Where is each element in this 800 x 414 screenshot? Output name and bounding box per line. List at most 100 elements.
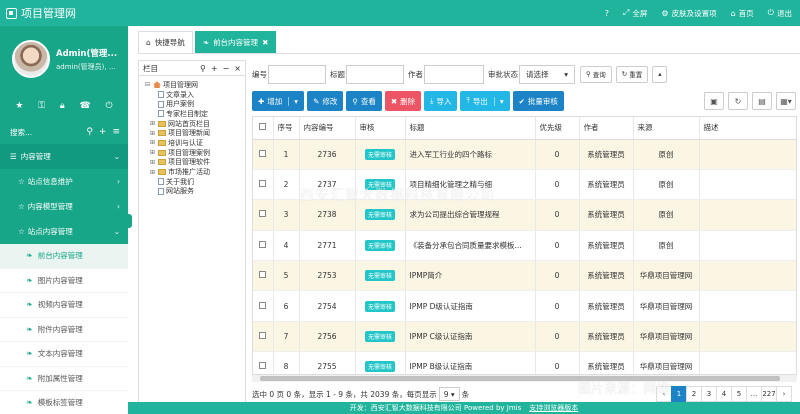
menu-site-content[interactable]: ☆ 站点内容管理 ⌄ (0, 219, 128, 244)
tree-node[interactable]: ⊞ 培训与认证 (145, 138, 245, 148)
row-checkbox[interactable] (259, 362, 267, 370)
search-icon[interactable]: ⚲ (86, 127, 93, 137)
table-row[interactable]: 6 2754 无需审核 IPMP D级认证指南 0 系统管理员 华鼎项目管理网 (253, 290, 796, 322)
star-icon[interactable]: ★ (15, 101, 23, 111)
row-title[interactable]: 项目精细化管理之精与细 (405, 169, 536, 201)
logout-button[interactable]: ⏻ 退出 (768, 8, 792, 19)
row-select-cell[interactable] (253, 321, 274, 353)
page-link[interactable]: › (776, 386, 792, 402)
row-title[interactable]: IPMP简介 (405, 260, 536, 292)
phone-icon[interactable]: ☎ (79, 101, 90, 111)
import-button[interactable]: ⤓ 导入 (424, 91, 458, 111)
select-all-header[interactable] (253, 117, 274, 140)
page-link[interactable]: ... (746, 386, 762, 402)
column-header[interactable]: 标题 (405, 117, 536, 140)
submenu-item-images[interactable]: ❧ 图片内容管理 (0, 269, 128, 293)
column-header[interactable]: 序号 (273, 117, 300, 140)
row-title[interactable]: IPMP D级认证指南 (405, 290, 536, 322)
expand-toggle-icon[interactable]: ⊞ (150, 149, 158, 156)
app-logo[interactable]: 项目管理网 (0, 5, 76, 21)
view-button[interactable]: ⚲ 查看 (346, 91, 382, 111)
author-input[interactable] (424, 64, 484, 84)
footer-browser-link[interactable]: 支持浏览器版本 (529, 403, 578, 413)
expand-toggle-icon[interactable]: ⊞ (150, 169, 158, 176)
row-select-cell[interactable] (253, 169, 274, 201)
table-row[interactable]: 7 2756 无需审核 IPMP C级认证指南 0 系统管理员 华鼎项目管理网 (253, 321, 796, 353)
columns-button[interactable]: ▦▾ (776, 92, 796, 110)
refresh-icon[interactable]: ⚲ (200, 64, 206, 73)
lock-icon[interactable]: 🔒︎ (60, 101, 65, 111)
plus-icon[interactable]: + (99, 127, 107, 137)
skin-settings-button[interactable]: ⚙ 皮肤及设置项 (661, 8, 716, 19)
row-select-cell[interactable] (253, 290, 274, 322)
expand-toggle-icon[interactable]: ⊞ (150, 120, 158, 127)
tree-node[interactable]: 专家栏目制定 (145, 109, 245, 119)
query-button[interactable]: ⚲ 查询 (580, 65, 612, 83)
expand-icon[interactable]: + (211, 64, 218, 73)
row-select-cell[interactable] (253, 199, 274, 231)
refresh-button[interactable]: ↻ (728, 92, 748, 110)
batch-approve-button[interactable]: ✔ 批量审核 (512, 91, 564, 111)
column-header[interactable]: 内容编号 (299, 117, 356, 140)
tree-node[interactable]: ⊞ 项目管理新闻 (145, 128, 245, 138)
tree-node[interactable]: 文章录入 (145, 90, 245, 100)
table-row[interactable]: 3 2738 无需审核 求为公司提出综合管理规程 0 系统管理员 原创 (253, 199, 796, 231)
expand-toggle-icon[interactable]: ⊞ (150, 130, 158, 137)
horizontal-scrollbar[interactable] (252, 374, 797, 382)
column-header[interactable]: 来源 (633, 117, 700, 140)
row-select-cell[interactable] (253, 139, 274, 170)
id-input[interactable] (268, 64, 326, 84)
column-header[interactable]: 描述 (699, 117, 796, 140)
expand-toggle-icon[interactable]: ⊞ (150, 139, 158, 146)
menu-content-management[interactable]: ☰ 内容管理 ⌄ (0, 144, 128, 169)
row-checkbox[interactable] (259, 180, 267, 188)
chevron-down-icon[interactable]: ▾ (288, 96, 298, 106)
power-icon[interactable]: ⏻ (105, 101, 112, 111)
row-checkbox[interactable] (259, 271, 267, 279)
submenu-item-attributes[interactable]: ❧ 附加属性管理 (0, 367, 128, 391)
row-checkbox[interactable] (259, 240, 267, 248)
row-select-cell[interactable] (253, 260, 274, 292)
page-link[interactable]: ‹ (656, 386, 672, 402)
collapse-icon[interactable]: − (223, 64, 230, 73)
tab-quick-nav[interactable]: ⌂ 快捷导航 (138, 31, 193, 53)
avatar[interactable] (12, 40, 50, 78)
home-button[interactable]: ⌂ 首页 (731, 8, 754, 19)
title-input[interactable] (346, 64, 404, 84)
add-button[interactable]: ✚ 增加 ▾ (252, 91, 305, 111)
row-title[interactable]: 进入军工行业的四个路标 (405, 139, 536, 170)
page-link[interactable]: 227 (761, 386, 777, 402)
page-link[interactable]: 1 (671, 386, 687, 402)
tree-node[interactable]: ⊞ 项目管理案例 (145, 148, 245, 158)
table-row[interactable]: 4 2771 无需审核 《装备分承包合同质量要求模板... 0 系统管理员 原创 (253, 230, 796, 262)
fullscreen-button[interactable]: ⤢ 全屏 (623, 8, 647, 19)
sidebar-collapse-handle[interactable] (127, 214, 132, 228)
row-checkbox[interactable] (259, 332, 267, 340)
row-checkbox[interactable] (259, 149, 267, 157)
edit-button[interactable]: ✎ 修改 (307, 91, 344, 111)
tree-node[interactable]: ⊞ 项目管理软件 (145, 158, 245, 168)
close-icon[interactable]: ✖ (262, 38, 268, 47)
column-header[interactable]: 优先级 (535, 117, 580, 140)
row-checkbox[interactable] (259, 210, 267, 218)
tree-node[interactable]: 用户案例 (145, 99, 245, 109)
tree-node[interactable]: ⊟ 项目管理网 (145, 80, 245, 90)
submenu-item-text[interactable]: ❧ 文本内容管理 (0, 342, 128, 367)
list-icon[interactable]: ≡ (112, 127, 120, 137)
sidebar-search[interactable]: 搜索... ⚲ + ≡ (0, 120, 128, 144)
expand-toggle-icon[interactable]: ⊟ (145, 81, 153, 88)
row-title[interactable]: 《装备分承包合同质量要求模板... (405, 230, 536, 262)
select-all-checkbox[interactable] (259, 123, 267, 131)
submenu-item-templates[interactable]: ❧ 模板标签管理 (0, 391, 128, 414)
row-select-cell[interactable] (253, 230, 274, 262)
toggle-view-button[interactable]: ▤ (752, 92, 772, 110)
table-row[interactable]: 1 2736 无需审核 进入军工行业的四个路标 0 系统管理员 原创 (253, 139, 796, 170)
page-link[interactable]: 3 (701, 386, 717, 402)
row-title[interactable]: 求为公司提出综合管理规程 (405, 199, 536, 231)
menu-content-model[interactable]: ☆ 内容模型管理 › (0, 194, 128, 219)
column-header[interactable]: 审核 (355, 117, 406, 140)
user-profile[interactable]: Admin(管理... admin(管理员), ... (0, 26, 128, 92)
export-button[interactable]: ⤒ 导出 ▾ (460, 91, 510, 111)
chevron-down-icon[interactable]: ▾ (493, 96, 504, 106)
page-link[interactable]: 5 (731, 386, 747, 402)
